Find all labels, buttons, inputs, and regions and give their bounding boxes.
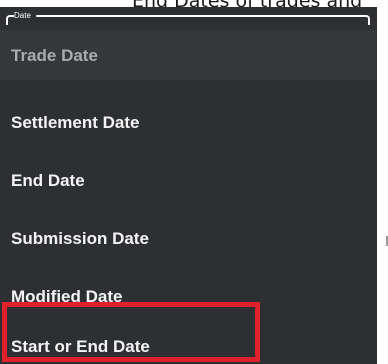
- menu-item-settlement-date[interactable]: Settlement Date: [0, 87, 377, 145]
- field-corner-left: [6, 15, 14, 25]
- menu-item-end-date[interactable]: End Date: [0, 145, 377, 203]
- menu-item-settlement-date-label: Settlement Date: [11, 113, 140, 132]
- screenshot-stage: End Dates of trades and Date Trade Date …: [0, 0, 388, 364]
- menu-item-modified-date[interactable]: Modified Date: [0, 261, 377, 319]
- menu-item-trade-date[interactable]: Trade Date: [0, 30, 377, 80]
- menu-item-trade-date-label: Trade Date: [11, 46, 98, 65]
- date-field-outline[interactable]: Date: [6, 11, 370, 25]
- menu-item-start-or-end-date[interactable]: Start or End Date: [0, 313, 377, 364]
- date-field-label: Date: [14, 11, 31, 20]
- date-dropdown-menu: Date Trade Date Settlement Date End Date…: [0, 7, 377, 364]
- menu-item-submission-date[interactable]: Submission Date: [0, 203, 377, 261]
- menu-item-submission-date-label: Submission Date: [11, 229, 149, 248]
- menu-item-modified-date-label: Modified Date: [11, 287, 123, 306]
- menu-item-start-or-end-date-label: Start or End Date: [11, 337, 150, 356]
- field-top-border: [36, 15, 364, 17]
- field-corner-right: [362, 15, 370, 25]
- menu-item-end-date-label: End Date: [11, 171, 85, 190]
